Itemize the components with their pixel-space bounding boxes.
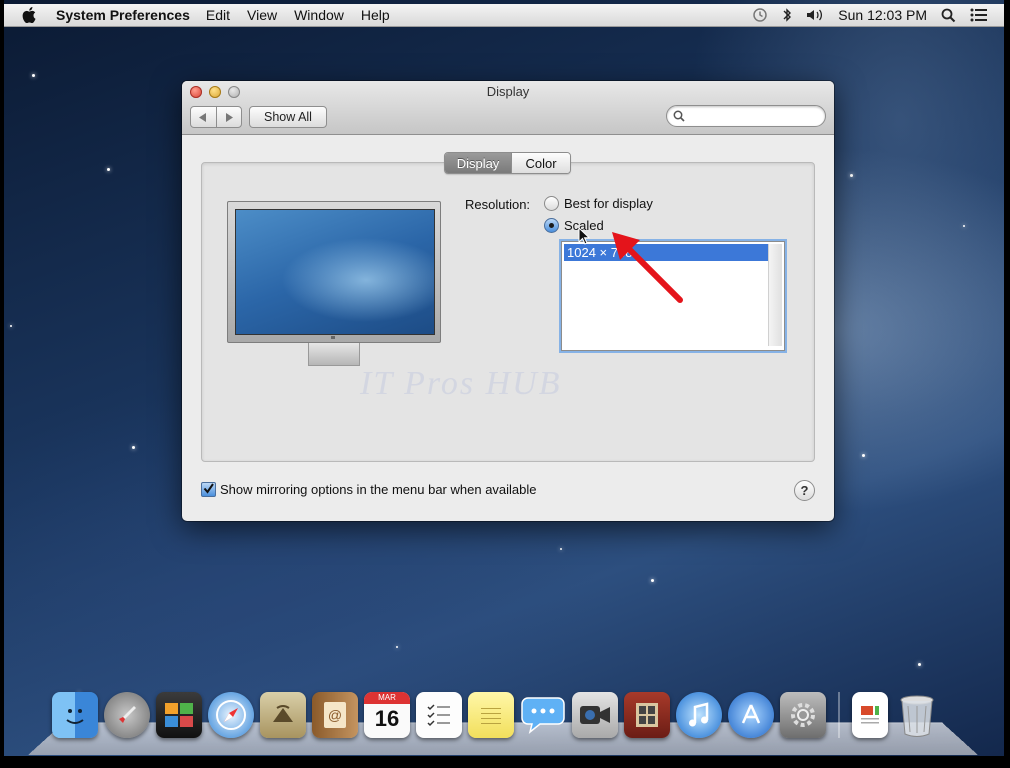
back-button[interactable] bbox=[191, 107, 216, 127]
monitor-logo bbox=[331, 336, 335, 339]
star bbox=[132, 446, 135, 449]
display-preferences-window: Display Show All Display Color Resolutio… bbox=[182, 81, 834, 521]
monitor-screen bbox=[235, 209, 435, 335]
star bbox=[862, 454, 865, 457]
red-arrow-annotation bbox=[612, 232, 683, 303]
contacts-icon[interactable]: @ bbox=[312, 692, 358, 738]
star bbox=[850, 174, 853, 177]
letterbox-bottom bbox=[0, 756, 1010, 768]
forward-button[interactable] bbox=[215, 107, 242, 127]
letterbox-left bbox=[0, 0, 4, 768]
menu-help[interactable]: Help bbox=[361, 7, 390, 23]
window-toolbar: Display Show All bbox=[182, 81, 834, 135]
calendar-month: MAR bbox=[364, 692, 410, 704]
star bbox=[918, 663, 921, 666]
spotlight-icon[interactable] bbox=[941, 8, 956, 23]
bluetooth-icon[interactable] bbox=[782, 7, 792, 23]
mouse-pointer-icon bbox=[578, 227, 591, 245]
itunes-icon[interactable] bbox=[676, 692, 722, 738]
radio-button-selected[interactable] bbox=[544, 218, 559, 233]
monitor-stand bbox=[308, 343, 360, 366]
notes-icon[interactable] bbox=[468, 692, 514, 738]
help-button[interactable]: ? bbox=[794, 480, 815, 501]
tab-bar: Display Color bbox=[444, 152, 571, 174]
dock: @ MAR 16 bbox=[52, 692, 946, 738]
menu-view[interactable]: View bbox=[247, 7, 277, 23]
mirroring-checkbox[interactable] bbox=[201, 482, 216, 497]
trash-icon[interactable] bbox=[894, 692, 940, 738]
calendar-icon[interactable]: MAR 16 bbox=[364, 692, 410, 738]
letterbox-right bbox=[1004, 0, 1010, 768]
monitor-illustration bbox=[227, 201, 441, 367]
radio-label: Best for display bbox=[564, 196, 653, 211]
radio-best-for-display[interactable]: Best for display bbox=[544, 196, 653, 211]
document-icon[interactable] bbox=[852, 692, 888, 738]
system-preferences-icon[interactable] bbox=[780, 692, 826, 738]
search-field[interactable] bbox=[666, 105, 826, 127]
facetime-icon[interactable] bbox=[572, 692, 618, 738]
tab-display[interactable]: Display bbox=[445, 153, 511, 173]
notification-center-icon[interactable] bbox=[970, 8, 988, 22]
photo-viewer-icon[interactable] bbox=[624, 692, 670, 738]
menu-clock[interactable]: Sun 12:03 PM bbox=[838, 7, 927, 23]
safari-icon[interactable] bbox=[208, 692, 254, 738]
back-forward-control bbox=[190, 106, 242, 128]
star bbox=[10, 325, 12, 327]
volume-icon[interactable] bbox=[806, 8, 824, 22]
tab-color[interactable]: Color bbox=[511, 153, 570, 173]
menu-app-name[interactable]: System Preferences bbox=[56, 7, 190, 23]
calendar-day: 16 bbox=[374, 706, 400, 731]
photo-booth-icon[interactable] bbox=[156, 692, 202, 738]
star bbox=[107, 168, 110, 171]
dock-separator bbox=[838, 692, 840, 738]
show-all-button[interactable]: Show All bbox=[249, 106, 327, 128]
radio-scaled[interactable]: Scaled bbox=[544, 218, 604, 233]
window-title: Display bbox=[486, 84, 530, 99]
radio-button[interactable] bbox=[544, 196, 559, 211]
star bbox=[651, 579, 654, 582]
monitor-bezel bbox=[227, 201, 441, 343]
mirroring-label: Show mirroring options in the menu bar w… bbox=[220, 482, 537, 497]
time-machine-icon[interactable] bbox=[752, 7, 768, 23]
star bbox=[32, 74, 35, 77]
messages-icon[interactable] bbox=[520, 692, 566, 738]
apple-menu-icon[interactable] bbox=[22, 7, 42, 23]
watermark: IT Pros HUB bbox=[360, 365, 562, 402]
launchpad-icon[interactable] bbox=[104, 692, 150, 738]
checkmark-icon bbox=[203, 483, 214, 494]
search-icon bbox=[673, 110, 685, 122]
star bbox=[963, 225, 965, 227]
resolution-label: Resolution: bbox=[465, 197, 531, 212]
reminders-icon[interactable] bbox=[416, 692, 462, 738]
mail-icon[interactable] bbox=[260, 692, 306, 738]
list-scrollbar[interactable] bbox=[768, 244, 782, 346]
star bbox=[560, 548, 562, 550]
finder-icon[interactable] bbox=[52, 692, 98, 738]
back-arrow-icon bbox=[199, 112, 207, 122]
svg-text:@: @ bbox=[328, 707, 342, 723]
mirroring-option[interactable]: Show mirroring options in the menu bar w… bbox=[201, 482, 537, 497]
forward-arrow-icon bbox=[225, 112, 233, 122]
menu-edit[interactable]: Edit bbox=[206, 7, 230, 23]
menu-bar: System Preferences Edit View Window Help… bbox=[4, 4, 1004, 27]
star bbox=[396, 646, 398, 648]
menu-window[interactable]: Window bbox=[294, 7, 344, 23]
search-input[interactable] bbox=[689, 108, 813, 124]
app-store-icon[interactable] bbox=[728, 692, 774, 738]
